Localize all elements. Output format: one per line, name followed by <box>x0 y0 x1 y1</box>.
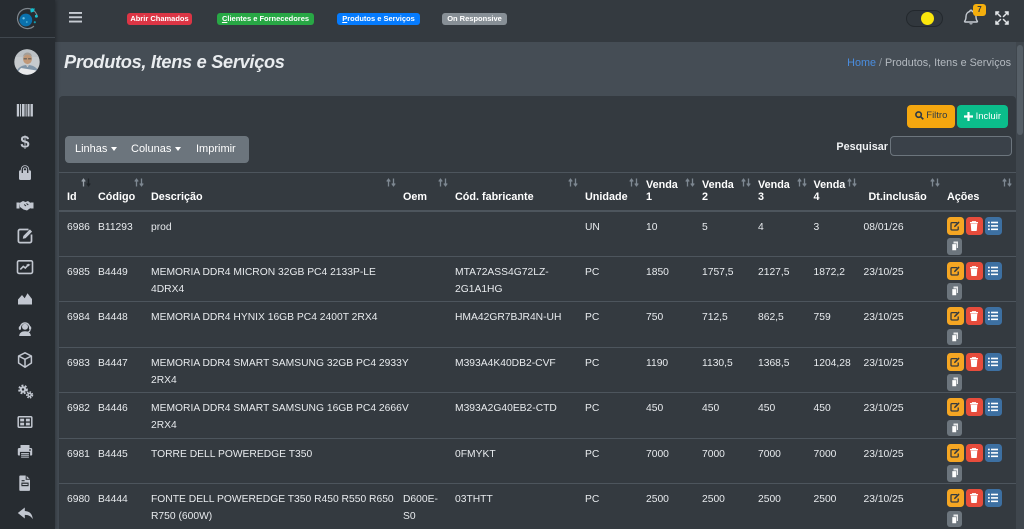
svg-text:$: $ <box>20 133 29 151</box>
